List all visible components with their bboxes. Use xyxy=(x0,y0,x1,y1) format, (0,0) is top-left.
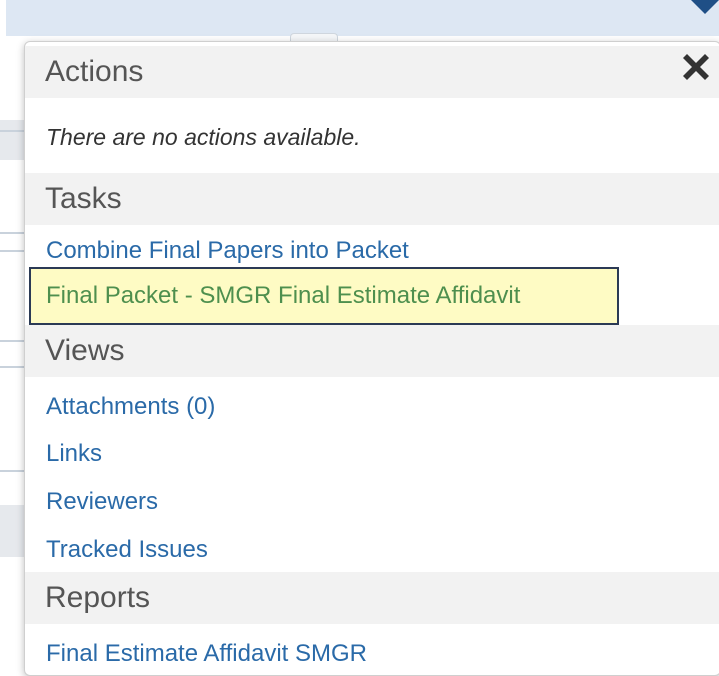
background-strip xyxy=(0,505,24,557)
views-header-label: Views xyxy=(45,334,125,367)
background-divider xyxy=(0,340,24,342)
background-divider xyxy=(0,470,24,472)
view-reviewers[interactable]: Reviewers xyxy=(46,488,158,516)
task-final-packet-smgr-affidavit[interactable]: Final Packet - SMGR Final Estimate Affid… xyxy=(29,267,619,325)
caret-down-icon[interactable] xyxy=(691,0,719,14)
tasks-header-label: Tasks xyxy=(45,182,122,215)
no-actions-message: There are no actions available. xyxy=(46,124,361,150)
actions-header-label: Actions xyxy=(45,55,144,88)
actions-popup: Actions There are no actions available. … xyxy=(24,41,719,676)
views-header: Views xyxy=(25,325,719,377)
background-divider xyxy=(0,250,24,252)
background-strip xyxy=(0,120,24,160)
background-divider xyxy=(0,366,24,368)
close-icon[interactable] xyxy=(680,50,712,82)
tasks-header: Tasks xyxy=(25,173,719,225)
report-final-estimate-affidavit-smgr[interactable]: Final Estimate Affidavit SMGR xyxy=(46,640,367,668)
view-links[interactable]: Links xyxy=(46,440,102,468)
background-divider xyxy=(0,232,24,234)
actions-header: Actions xyxy=(25,46,719,98)
reports-header: Reports xyxy=(25,572,719,624)
background-toolbar xyxy=(6,0,719,36)
background-divider xyxy=(0,130,24,132)
task-combine-final-papers[interactable]: Combine Final Papers into Packet xyxy=(46,237,409,265)
reports-header-label: Reports xyxy=(45,581,151,614)
view-tracked-issues[interactable]: Tracked Issues xyxy=(46,536,208,564)
view-attachments[interactable]: Attachments (0) xyxy=(46,393,215,421)
